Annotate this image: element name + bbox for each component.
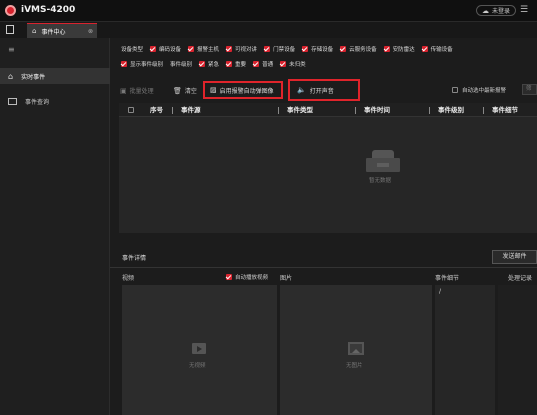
checkbox-checked-icon[interactable] bbox=[226, 61, 233, 67]
checkbox-checked-icon[interactable] bbox=[383, 46, 390, 52]
filter-unclassified[interactable]: 未归类 bbox=[280, 60, 306, 68]
column-separator bbox=[429, 107, 430, 114]
speaker-icon: 🔈 bbox=[297, 86, 306, 94]
checkbox-checked-icon[interactable] bbox=[226, 274, 232, 280]
collapse-icon[interactable]: ≡ bbox=[8, 45, 15, 54]
filter-video-intercom[interactable]: 可视对讲 bbox=[226, 45, 257, 53]
filter-storage-device[interactable]: 存储设备 bbox=[302, 45, 333, 53]
checkbox-checked-icon[interactable] bbox=[280, 61, 287, 67]
column-header-detail[interactable]: 事件细节 bbox=[492, 103, 518, 117]
column-header-source[interactable]: 事件源 bbox=[181, 103, 201, 117]
login-status[interactable]: ☁ 未登录 bbox=[476, 5, 517, 16]
app-title: iVMS-4200 bbox=[21, 5, 76, 15]
column-separator bbox=[483, 107, 484, 114]
filter-access-control[interactable]: 门禁设备 bbox=[264, 45, 295, 53]
filter-normal[interactable]: 普通 bbox=[253, 60, 273, 68]
sidebar-item-label: 事件查询 bbox=[25, 98, 50, 106]
cloud-icon: ☁ bbox=[482, 6, 489, 15]
checkbox-checked-icon[interactable] bbox=[121, 61, 127, 67]
column-header-type[interactable]: 事件类型 bbox=[287, 103, 313, 117]
column-separator bbox=[172, 107, 173, 114]
sidebar-item-realtime-events[interactable]: ⌂ 实时事件 bbox=[0, 68, 110, 84]
no-picture-text: 无图片 bbox=[346, 363, 363, 369]
empty-state-icon bbox=[366, 150, 400, 172]
grid-home-icon[interactable] bbox=[6, 25, 14, 34]
home-icon: ⌂ bbox=[32, 27, 37, 35]
list-icon bbox=[8, 97, 17, 105]
picture-panel: 无图片 bbox=[280, 285, 432, 415]
tab-event-center[interactable]: ⌂ 事件中心 ⊗ bbox=[27, 23, 97, 38]
toolbar: ▣批量处理 🗑清空 ▨启用报警自动弹图像 🔈打开声音 自动选中最新报警 筛选 bbox=[110, 78, 537, 102]
event-detail-panel: / bbox=[435, 285, 495, 415]
checkbox-checked-icon[interactable] bbox=[150, 46, 157, 52]
filter-button[interactable]: 筛选 bbox=[522, 84, 537, 95]
clear-button[interactable]: 🗑 清空 bbox=[173, 86, 197, 96]
checkbox-checked-icon[interactable] bbox=[302, 46, 309, 52]
filter-show-event-level[interactable]: 显示事件级别 bbox=[121, 60, 163, 68]
filter-urgent[interactable]: 紧急 bbox=[199, 60, 219, 68]
filter-cloud-device[interactable]: 云服务设备 bbox=[340, 45, 377, 53]
checkbox-checked-icon[interactable] bbox=[188, 46, 195, 52]
auto-play-video-option[interactable]: 自动播放视频 bbox=[226, 273, 268, 281]
empty-state-text: 暂无数据 bbox=[369, 178, 392, 184]
checkbox-checked-icon[interactable] bbox=[226, 46, 233, 52]
sidebar: ≡ ⌂ 实时事件 事件查询 bbox=[0, 38, 110, 415]
column-header-time[interactable]: 事件时间 bbox=[364, 103, 390, 117]
sidebar-item-label: 实时事件 bbox=[21, 73, 46, 81]
checkbox-checked-icon[interactable] bbox=[421, 46, 428, 52]
checkbox-checked-icon[interactable] bbox=[199, 61, 206, 67]
column-separator bbox=[355, 107, 356, 114]
filter-alarm-host[interactable]: 报警主机 bbox=[188, 45, 219, 53]
image-icon: ▨ bbox=[210, 86, 217, 94]
event-table: 序号 事件源 事件类型 事件时间 事件级别 事件细节 暂无数据 bbox=[119, 103, 537, 233]
video-placeholder-icon bbox=[192, 343, 206, 354]
home-icon: ⌂ bbox=[8, 71, 14, 81]
auto-select-latest-option[interactable]: 自动选中最新报警 bbox=[452, 86, 506, 94]
tab-label: 事件中心 bbox=[41, 28, 66, 36]
column-header-index[interactable]: 序号 bbox=[150, 103, 163, 117]
open-sound-button[interactable]: 🔈 打开声音 bbox=[288, 79, 360, 101]
event-detail-value: / bbox=[439, 288, 442, 295]
column-header-level[interactable]: 事件级别 bbox=[438, 103, 464, 117]
process-record-label: 处理记录 bbox=[508, 275, 533, 282]
filter-label-device-type: 设备类型 bbox=[121, 47, 144, 53]
filter-label-event-level: 事件级别 bbox=[170, 62, 193, 68]
picture-label: 图片 bbox=[280, 275, 293, 282]
filter-row-2: 显示事件级别 事件级别 紧急 重要 普通 未归类 bbox=[121, 60, 537, 68]
filter-row-1: 设备类型 编码设备 报警主机 可视对讲 门禁设备 存储设备 云服务设备 安防雷达… bbox=[121, 45, 537, 53]
video-panel: 无视频 bbox=[122, 285, 277, 415]
app-logo-icon bbox=[5, 5, 16, 16]
no-video-text: 无视频 bbox=[189, 363, 206, 369]
record-panel bbox=[498, 285, 537, 415]
filter-important[interactable]: 重要 bbox=[226, 60, 246, 68]
divider bbox=[110, 267, 537, 268]
table-header: 序号 事件源 事件类型 事件时间 事件级别 事件细节 bbox=[119, 103, 537, 117]
title-bar: iVMS-4200 ☁ 未登录 ☰ bbox=[0, 0, 537, 22]
event-details-panel: 事件详情 发送邮件 视频 自动播放视频 图片 事件细节 处理记录 无视频 无图片… bbox=[110, 247, 537, 415]
enable-auto-capture-button[interactable]: ▨ 启用报警自动弹图像 bbox=[203, 81, 283, 99]
column-separator bbox=[278, 107, 279, 114]
filter-encoding-device[interactable]: 编码设备 bbox=[150, 45, 181, 53]
checkbox-checked-icon[interactable] bbox=[340, 46, 347, 52]
event-detail-label: 事件细节 bbox=[435, 275, 460, 282]
batch-process-button[interactable]: ▣ 批量处理 bbox=[120, 86, 154, 96]
send-email-button[interactable]: 发送邮件 bbox=[492, 250, 537, 264]
close-icon[interactable]: ⊗ bbox=[88, 28, 93, 35]
menu-icon[interactable]: ☰ bbox=[520, 5, 528, 15]
login-status-label: 未登录 bbox=[492, 8, 511, 15]
main-panel: 设备类型 编码设备 报警主机 可视对讲 门禁设备 存储设备 云服务设备 安防雷达… bbox=[110, 38, 537, 415]
filter-security-radar[interactable]: 安防雷达 bbox=[383, 45, 415, 53]
checkbox-checked-icon[interactable] bbox=[253, 61, 260, 67]
sidebar-item-event-query[interactable]: 事件查询 bbox=[0, 93, 110, 109]
video-label: 视频 bbox=[122, 275, 135, 282]
picture-placeholder-icon bbox=[348, 342, 364, 355]
checkbox-checked-icon[interactable] bbox=[264, 46, 271, 52]
select-all-checkbox[interactable] bbox=[128, 107, 134, 113]
details-title: 事件详情 bbox=[122, 255, 147, 262]
checkbox-unchecked-icon[interactable] bbox=[452, 87, 458, 93]
trash-icon: 🗑 bbox=[173, 86, 182, 95]
tab-bar: ⌂ 事件中心 ⊗ bbox=[0, 22, 537, 38]
batch-icon: ▣ bbox=[120, 86, 127, 95]
filter-transmission-device[interactable]: 传输设备 bbox=[421, 45, 453, 53]
